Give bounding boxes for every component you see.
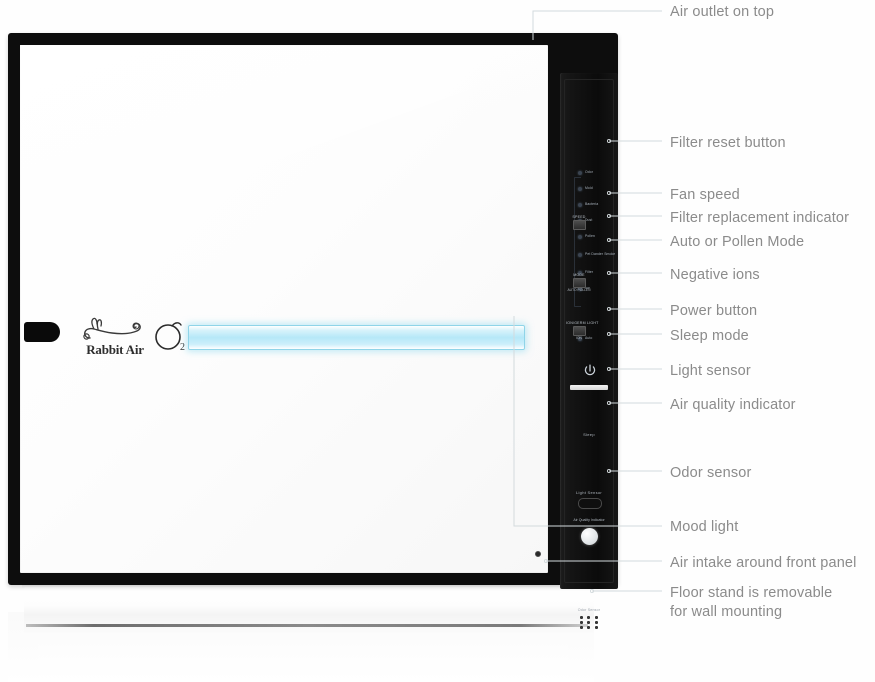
grille-dot <box>594 621 598 624</box>
ion-light-button-sublabel: ION <box>576 336 582 341</box>
power-icon <box>584 364 596 376</box>
indicator-led-list: Odor Mold Bacteria Dust Pollen Pet Dande… <box>578 165 618 341</box>
mode-button-label: MODE <box>573 273 585 277</box>
air-purifier-body: Rabbit Air 2 Odor Mold Bacteria Dust Pol… <box>8 33 618 629</box>
front-panel <box>20 45 548 573</box>
ion-light-button[interactable]: ION/GERM LIGHT ION <box>566 321 599 341</box>
callout-floor-stand: Floor stand is removable for wall mounti… <box>670 585 833 621</box>
rabbit-air-logo: Rabbit Air <box>80 316 150 358</box>
grille-dot <box>580 626 583 629</box>
indicator-label: Odor <box>585 170 593 175</box>
control-panel-column[interactable]: Odor Mold Bacteria Dust Pollen Pet Dande… <box>560 73 618 629</box>
grille-dot <box>594 616 598 619</box>
air-quality-indicator <box>581 528 598 545</box>
indicator-label: Mold <box>585 186 593 191</box>
grille-dot <box>580 621 583 624</box>
callout-negative-ions: Negative ions <box>670 267 760 283</box>
led-dot-icon <box>578 187 582 191</box>
indicator-row: Bacteria <box>578 197 618 213</box>
callout-sleep-mode: Sleep mode <box>670 328 749 344</box>
air-quality-label: Air Quality Indicator <box>573 518 605 522</box>
illustration-canvas: Rabbit Air 2 Odor Mold Bacteria Dust Pol… <box>0 0 875 682</box>
callout-air-outlet: Air outlet on top <box>670 4 775 20</box>
grille-dot <box>587 626 591 629</box>
floor-reflection-inner <box>38 636 568 682</box>
callout-mood-light: Mood light <box>670 519 739 535</box>
indicator-row: Odor <box>578 165 618 181</box>
power-indicator-bar <box>570 385 608 390</box>
stand-seam-line <box>26 624 588 627</box>
callout-air-intake: Air intake around front panel <box>670 555 857 571</box>
brand-name: Rabbit Air <box>86 342 144 357</box>
callout-filter-replacement: Filter replacement indicator <box>670 210 850 226</box>
grille-dot <box>580 616 583 619</box>
sleep-mode-label: Sleep <box>583 432 595 437</box>
grille-dot <box>587 616 591 619</box>
indicator-label: Pollen <box>585 234 596 239</box>
ion-light-button-label: ION/GERM LIGHT <box>566 321 599 325</box>
rabbit-icon <box>83 317 141 340</box>
side-latch-handle[interactable] <box>24 322 60 342</box>
callout-odor-sensor: Odor sensor <box>670 465 752 481</box>
callout-air-quality: Air quality indicator <box>670 397 796 413</box>
callout-auto-pollen-mode: Auto or Pollen Mode <box>670 234 805 250</box>
led-dot-icon <box>578 235 582 239</box>
callout-power-button: Power button <box>670 303 758 319</box>
led-dot-icon <box>578 171 582 175</box>
indicator-row: Pollen <box>578 229 618 245</box>
grille-dot <box>594 626 598 629</box>
grille-dot <box>587 621 591 624</box>
odor-sensor-grille <box>580 616 600 629</box>
mode-button[interactable]: MODE AUTO POLLEN <box>566 273 592 293</box>
odor-sensor-label: Odor Sensor <box>577 608 601 612</box>
mood-light-bar[interactable] <box>188 325 525 350</box>
light-sensor-window[interactable] <box>578 498 602 509</box>
indicator-row: Pet Dander Smoke <box>578 245 618 265</box>
callout-fan-speed: Fan speed <box>670 187 740 203</box>
mode-button-key[interactable] <box>572 278 586 289</box>
indicator-label: Bacteria <box>585 202 599 207</box>
speed-button-key[interactable] <box>572 220 586 231</box>
ion-light-button-key[interactable] <box>572 326 586 337</box>
led-dot-icon <box>578 253 582 257</box>
o2-symbol: 2 <box>154 317 188 353</box>
led-dot-icon <box>578 203 582 207</box>
indicator-row: Mold <box>578 181 618 197</box>
power-button[interactable] <box>582 363 598 379</box>
mode-button-sublabel: AUTO POLLEN <box>567 288 591 293</box>
light-sensor-label: Light Sensor <box>575 490 603 495</box>
callout-light-sensor: Light sensor <box>670 363 751 379</box>
callout-filter-reset: Filter reset button <box>670 135 786 151</box>
indicator-label: Pet Dander Smoke <box>585 252 616 257</box>
svg-text:2: 2 <box>180 342 185 353</box>
speed-button-label: SPEED <box>572 215 586 219</box>
speed-button[interactable]: SPEED <box>566 215 592 231</box>
